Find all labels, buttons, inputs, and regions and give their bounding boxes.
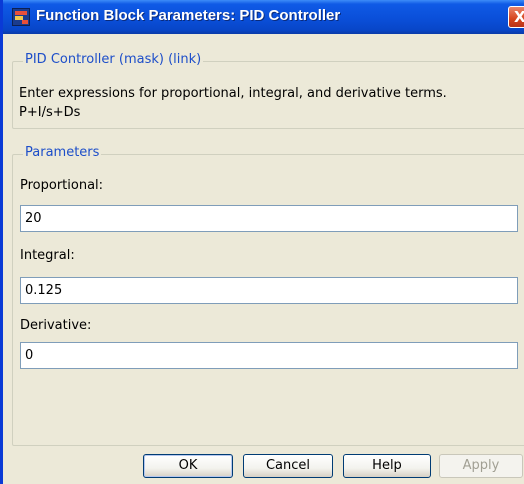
parameters-legend: Parameters <box>23 145 102 160</box>
derivative-label: Derivative: <box>20 318 92 333</box>
block-formula: P+I/s+Ds <box>19 105 81 120</box>
help-button[interactable]: Help <box>343 454 431 478</box>
derivative-input[interactable] <box>21 343 517 368</box>
close-icon[interactable]: X <box>508 6 524 28</box>
derivative-field[interactable] <box>20 342 518 369</box>
integral-label: Integral: <box>20 248 75 263</box>
integral-input[interactable] <box>21 278 517 303</box>
block-description: Enter expressions for proportional, inte… <box>19 86 447 101</box>
proportional-label: Proportional: <box>20 178 104 193</box>
dialog-window: Function Block Parameters: PID Controlle… <box>0 0 524 484</box>
proportional-input[interactable] <box>21 206 517 231</box>
window-title: Function Block Parameters: PID Controlle… <box>36 7 341 24</box>
proportional-field[interactable] <box>20 205 518 232</box>
title-bar[interactable]: Function Block Parameters: PID Controlle… <box>3 0 524 34</box>
cancel-button[interactable]: Cancel <box>243 454 333 478</box>
simulink-block-icon <box>12 8 30 26</box>
block-legend: PID Controller (mask) (link) <box>23 52 204 67</box>
apply-button[interactable]: Apply <box>439 454 523 478</box>
ok-button[interactable]: OK <box>143 454 233 478</box>
integral-field[interactable] <box>20 277 518 304</box>
